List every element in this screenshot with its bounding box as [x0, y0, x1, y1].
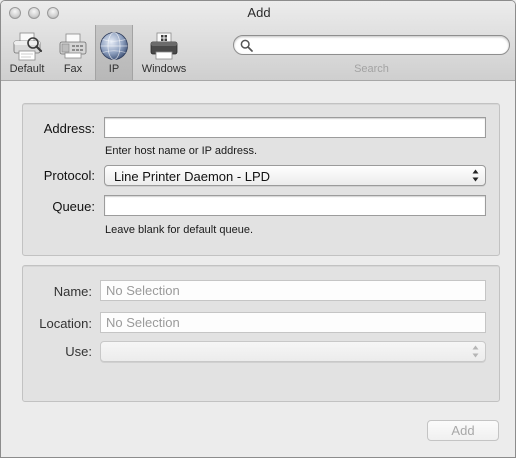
- toolbar-default-button[interactable]: Default: [5, 27, 49, 79]
- add-button[interactable]: Add: [427, 420, 499, 441]
- search-icon: [240, 39, 253, 52]
- toolbar-ip-button[interactable]: IP: [95, 25, 133, 80]
- protocol-value: Line Printer Daemon - LPD: [114, 169, 271, 184]
- toolbar-windows-button[interactable]: Windows: [137, 27, 191, 79]
- window-title: Add: [247, 5, 271, 20]
- globe-icon: [100, 32, 128, 60]
- location-label: Location:: [39, 316, 92, 331]
- windows-printer-icon: [150, 32, 178, 60]
- toolbar-fax-button[interactable]: Fax: [55, 27, 91, 79]
- use-label: Use:: [65, 344, 92, 359]
- name-input[interactable]: [100, 280, 486, 301]
- address-hint: Enter host name or IP address.: [105, 145, 258, 157]
- queue-hint: Leave blank for default queue.: [105, 224, 254, 236]
- search-label: Search: [354, 63, 389, 75]
- location-input[interactable]: [100, 312, 486, 333]
- toolbar-default-label: Default: [9, 63, 45, 75]
- queue-label: Queue:: [52, 199, 95, 214]
- address-input[interactable]: [104, 117, 486, 138]
- name-label: Name:: [53, 284, 92, 299]
- fax-icon: [59, 33, 87, 59]
- toolbar-ip-label: IP: [108, 63, 120, 75]
- toolbar-windows-label: Windows: [141, 63, 187, 75]
- toolbar-fax-label: Fax: [63, 63, 83, 75]
- updown-arrows-icon: [472, 345, 479, 358]
- address-label: Address:: [43, 121, 95, 136]
- search-field[interactable]: [233, 35, 510, 55]
- printer-icon: [13, 32, 43, 61]
- use-popup[interactable]: [100, 341, 486, 362]
- add-printer-window: Add Default Fax IP Windows Search Addres…: [0, 0, 516, 458]
- queue-input[interactable]: [104, 195, 486, 216]
- protocol-label: Protocol:: [43, 168, 95, 183]
- search-input[interactable]: [256, 37, 504, 53]
- protocol-popup[interactable]: Line Printer Daemon - LPD: [104, 165, 486, 186]
- toolbar: Add Default Fax IP Windows Search: [1, 1, 515, 81]
- updown-arrows-icon: [472, 169, 479, 182]
